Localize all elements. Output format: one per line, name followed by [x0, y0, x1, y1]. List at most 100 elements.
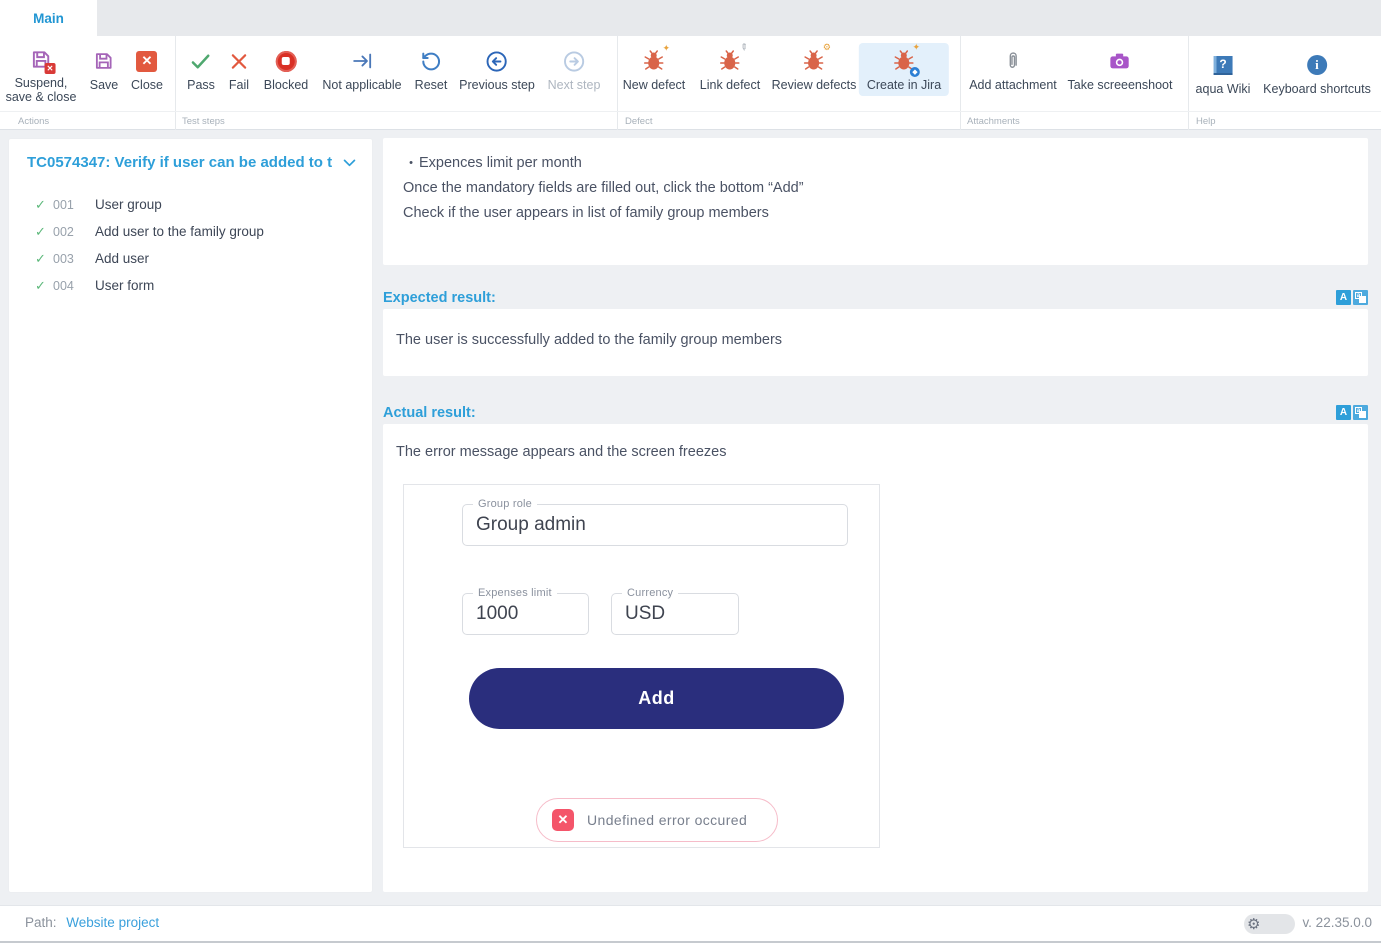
path-label: Path:: [25, 915, 57, 930]
ribbon-button-label: Close: [131, 78, 163, 92]
group-label-test-steps: Test steps: [182, 116, 225, 127]
actual-result-label: Actual result:: [383, 405, 1336, 421]
close-icon: ✕: [137, 47, 158, 75]
description-text: Check if the user appears in list of fam…: [403, 201, 1348, 226]
tab-main[interactable]: Main: [0, 0, 97, 36]
step-number: 001: [53, 198, 95, 212]
aqua-wiki-button[interactable]: ? aqua Wiki: [1188, 47, 1259, 100]
previous-step-button[interactable]: Previous step: [451, 43, 543, 96]
attached-screenshot-form: Group role Group admin Expenses limit 10…: [403, 484, 880, 848]
save-button[interactable]: Save: [82, 43, 127, 96]
gear-badge-icon: ⚙: [823, 43, 831, 52]
step-row[interactable]: ✓ 003 Add user: [9, 245, 372, 272]
translate-icon[interactable]: a: [1353, 290, 1368, 305]
test-case-title: TC0574347: Verify if user can be added t…: [27, 154, 333, 171]
chevron-down-icon[interactable]: [341, 154, 358, 171]
step-number: 004: [53, 279, 95, 293]
step-name: User form: [95, 278, 154, 293]
step-description-box[interactable]: • Expences limit per month Once the mand…: [383, 138, 1368, 265]
ribbon-button-label: Suspend,: [15, 76, 68, 90]
expected-result-box[interactable]: The user is successfully added to the fa…: [383, 309, 1368, 376]
expected-result-label: Expected result:: [383, 290, 1336, 306]
ribbon-button-label: Create in Jira: [867, 78, 941, 92]
ribbon-button-label: Fail: [229, 78, 249, 92]
step-name: Add user: [95, 251, 149, 266]
ribbon-button-label: Add attachment: [969, 78, 1057, 92]
close-button[interactable]: ✕ Close: [123, 43, 171, 96]
ribbon-button-label: Next step: [548, 78, 601, 92]
pass-check-icon: [189, 47, 212, 75]
expenses-limit-value: 1000: [463, 594, 588, 634]
error-x-icon: ✕: [552, 809, 574, 831]
ribbon-button-label: Not applicable: [322, 78, 401, 92]
step-passed-check-icon: ✓: [35, 197, 53, 213]
pass-button[interactable]: Pass: [179, 43, 223, 96]
app-window: Main ✕ Suspend, save & close Save ✕ Clos…: [0, 0, 1381, 943]
next-arrow-icon: [563, 47, 586, 75]
step-name: User group: [95, 197, 162, 212]
step-row[interactable]: ✓ 002 Add user to the family group: [9, 218, 372, 245]
translate-icon[interactable]: a: [1353, 405, 1368, 420]
group-role-field: Group role Group admin: [462, 504, 848, 546]
skip-arrow-icon: [351, 47, 373, 75]
actual-result-box[interactable]: The error message appears and the screen…: [383, 424, 1368, 892]
reset-button[interactable]: Reset: [407, 43, 456, 96]
review-defects-button[interactable]: ⚙ Review defects: [764, 43, 865, 96]
suspend-save-close-button[interactable]: ✕ Suspend, save & close: [0, 41, 84, 108]
fail-x-icon: [229, 47, 250, 75]
create-in-jira-button[interactable]: ✦ ◆ Create in Jira: [859, 43, 949, 96]
bullet-glyph: •: [403, 151, 419, 176]
fail-button[interactable]: Fail: [221, 43, 258, 96]
blocked-stop-icon: [275, 47, 296, 75]
bug-icon: ⚙: [802, 47, 826, 75]
step-row[interactable]: ✓ 001 User group: [9, 191, 372, 218]
status-bar: Path: Website project ⚙ v. 22.35.0.0: [0, 905, 1381, 941]
test-case-title-row[interactable]: TC0574347: Verify if user can be added t…: [9, 139, 372, 171]
step-passed-check-icon: ✓: [35, 251, 53, 267]
ribbon-button-label: New defect: [623, 78, 686, 92]
expenses-limit-label: Expenses limit: [473, 587, 557, 599]
blocked-button[interactable]: Blocked: [256, 43, 316, 96]
path-project-link[interactable]: Website project: [66, 915, 159, 930]
ribbon-button-label: Keyboard shortcuts: [1263, 82, 1371, 96]
settings-toggle[interactable]: ⚙: [1244, 914, 1295, 934]
currency-value: USD: [612, 594, 738, 634]
keyboard-shortcuts-button[interactable]: i Keyboard shortcuts: [1255, 47, 1379, 100]
currency-field: Currency USD: [611, 593, 739, 635]
step-passed-check-icon: ✓: [35, 278, 53, 294]
group-label-attachments: Attachments: [967, 116, 1020, 127]
version-text: v. 22.35.0.0: [1302, 915, 1372, 930]
link-defect-button[interactable]: ✎ Link defect: [692, 43, 768, 96]
group-role-label: Group role: [473, 498, 537, 510]
not-applicable-button[interactable]: Not applicable: [314, 43, 409, 96]
new-defect-button[interactable]: ✦ New defect: [615, 43, 694, 96]
ribbon-button-label: Link defect: [700, 78, 760, 92]
group-label-defect: Defect: [625, 116, 652, 127]
ribbon-button-label: Reset: [415, 78, 448, 92]
step-passed-check-icon: ✓: [35, 224, 53, 240]
bug-jira-icon: ✦ ◆: [892, 47, 916, 75]
bug-icon: ✎: [718, 47, 742, 75]
info-icon: i: [1307, 51, 1327, 79]
format-text-icon[interactable]: A: [1336, 405, 1351, 420]
take-screenshot-button[interactable]: Take screeenshoot: [1060, 43, 1181, 96]
step-name: Add user to the family group: [95, 224, 264, 239]
step-row[interactable]: ✓ 004 User form: [9, 272, 372, 299]
expenses-limit-field: Expenses limit 1000: [462, 593, 589, 635]
group-label-actions: Actions: [18, 116, 49, 127]
step-number: 002: [53, 225, 95, 239]
description-bullet-line: • Expences limit per month: [403, 151, 1348, 176]
save-suspend-icon: ✕: [30, 45, 53, 73]
currency-label: Currency: [622, 587, 678, 599]
add-attachment-button[interactable]: Add attachment: [961, 43, 1065, 96]
sparkle-badge-icon: ✦: [912, 43, 920, 52]
step-list: ✓ 001 User group ✓ 002 Add user to the f…: [9, 191, 372, 299]
ribbon-button-label: aqua Wiki: [1196, 82, 1251, 96]
tab-strip: Main: [0, 0, 1381, 36]
format-text-icon[interactable]: A: [1336, 290, 1351, 305]
bug-icon: ✦: [642, 47, 666, 75]
error-message: Undefined error occured: [587, 812, 747, 828]
expected-result-header: Expected result: A a: [383, 287, 1368, 308]
description-text: Expences limit per month: [419, 151, 582, 176]
main-content: • Expences limit per month Once the mand…: [383, 138, 1368, 892]
